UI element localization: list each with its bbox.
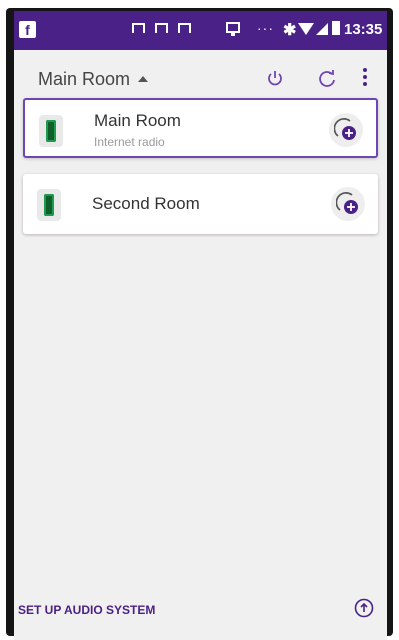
signal-icon xyxy=(316,23,328,35)
room-card-second[interactable]: Second Room xyxy=(23,174,378,234)
battery-icon xyxy=(332,21,340,35)
more-dots-icon: ··· xyxy=(257,20,274,36)
up-arrow-circle-svg xyxy=(354,598,374,618)
notification-icon xyxy=(155,23,168,33)
room-card-main[interactable]: Main Room Internet radio xyxy=(23,98,378,158)
overflow-menu-icon[interactable] xyxy=(361,68,369,90)
power-icon-svg xyxy=(268,71,282,86)
up-arrow-circle-icon[interactable] xyxy=(354,598,374,618)
add-to-group-button[interactable] xyxy=(331,187,365,221)
notification-icon xyxy=(132,23,145,33)
screen-cast-icon xyxy=(226,22,240,36)
facebook-icon: f xyxy=(19,21,36,38)
room-source: Internet radio xyxy=(94,135,165,149)
add-group-icon xyxy=(336,192,358,214)
refresh-icon-svg xyxy=(319,70,335,87)
speaker-icon xyxy=(37,189,61,221)
room-selector[interactable]: Main Room xyxy=(38,69,149,91)
app-screen: f ··· ✱ 13:35 Main Room Main Room Intern… xyxy=(14,11,387,640)
speaker-icon xyxy=(39,115,63,147)
refresh-icon[interactable] xyxy=(317,68,337,88)
room-name: Second Room xyxy=(92,194,200,213)
setup-audio-system-link[interactable]: SET UP AUDIO SYSTEM xyxy=(18,603,155,617)
bluetooth-icon: ✱ xyxy=(283,22,297,39)
notification-icon xyxy=(178,23,191,33)
room-name: Main Room xyxy=(94,111,181,130)
add-group-icon xyxy=(334,118,356,140)
triangle-up-icon xyxy=(138,76,149,82)
status-time: 13:35 xyxy=(344,21,383,38)
wifi-icon xyxy=(298,23,314,35)
power-icon[interactable] xyxy=(266,68,284,88)
status-bar: f ··· ✱ 13:35 xyxy=(14,11,387,50)
room-selector-label: Main Room xyxy=(38,69,131,89)
add-to-group-button[interactable] xyxy=(329,113,363,147)
